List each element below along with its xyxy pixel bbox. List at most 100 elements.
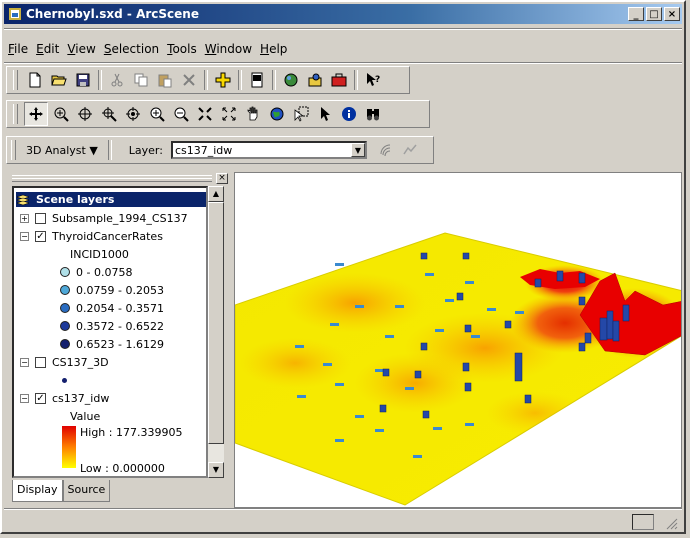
steepest-path-icon[interactable]	[399, 139, 421, 161]
find-icon[interactable]	[362, 103, 384, 125]
menu-view[interactable]: View	[63, 42, 99, 56]
navigate-icon[interactable]	[24, 102, 48, 126]
layer-visibility-checkbox[interactable]	[35, 212, 46, 224]
svg-text:?: ?	[375, 75, 380, 85]
resize-grip-icon[interactable]	[664, 516, 678, 530]
status-pane	[632, 514, 654, 530]
fly-icon[interactable]	[50, 103, 72, 125]
arcmap-icon[interactable]	[280, 69, 302, 91]
layer-visibility-checkbox[interactable]: ✓	[35, 230, 46, 242]
menu-bar: File Edit View Selection Tools Window He…	[4, 38, 291, 60]
layer-visibility-checkbox[interactable]	[35, 356, 46, 368]
zoom-in-fixed-icon[interactable]	[194, 103, 216, 125]
scroll-down-icon[interactable]: ▼	[208, 462, 224, 478]
zoom-to-target-icon[interactable]	[98, 103, 120, 125]
new-icon[interactable]	[24, 69, 46, 91]
title-bar[interactable]: Chernobyl.sxd - ArcScene _ □ ×	[4, 4, 682, 24]
arctoolbox-icon[interactable]	[328, 69, 350, 91]
cut-icon[interactable]	[106, 69, 128, 91]
toolbar-grip[interactable]	[13, 70, 18, 90]
paste-icon[interactable]	[154, 69, 176, 91]
collapse-icon[interactable]: −	[20, 231, 29, 241]
zoom-out-fixed-icon[interactable]	[218, 103, 240, 125]
minimize-button[interactable]: _	[628, 7, 644, 21]
select-icon[interactable]	[314, 103, 336, 125]
tab-display[interactable]: Display	[12, 480, 63, 502]
collapse-icon[interactable]: −	[20, 393, 29, 403]
full-extent-icon[interactable]	[266, 103, 288, 125]
scene-layers-header[interactable]: Scene layers	[16, 192, 206, 207]
add-data-icon[interactable]	[212, 69, 234, 91]
legend-label: 0.3572 - 0.6522	[76, 319, 164, 333]
layers-icon	[16, 194, 30, 205]
table-of-contents: × Scene layers + Subsample_1994_CS137 − …	[8, 172, 230, 508]
legend-symbol	[60, 285, 70, 295]
toolbar-grip[interactable]	[13, 104, 18, 124]
toolbar-separator	[272, 70, 276, 90]
3d-analyst-label: 3D Analyst	[26, 143, 86, 157]
delete-icon[interactable]	[178, 69, 200, 91]
center-target-icon[interactable]	[122, 103, 144, 125]
legend-symbol	[60, 303, 70, 313]
toolbar-separator	[238, 70, 242, 90]
layer-name: ThyroidCancerRates	[52, 229, 163, 243]
legend-symbol	[60, 267, 70, 277]
layer-row[interactable]: − ✓ ThyroidCancerRates	[20, 228, 163, 244]
point-marker	[62, 377, 67, 383]
legend-class: 0.3572 - 0.6522	[60, 318, 164, 334]
open-icon[interactable]	[48, 69, 70, 91]
layer-row[interactable]: + Subsample_1994_CS137	[20, 210, 188, 226]
field-name-label: INCID1000	[70, 247, 129, 261]
menu-edit[interactable]: Edit	[32, 42, 63, 56]
layer-select-value: cs137_idw	[174, 143, 233, 157]
toolbar-separator	[107, 140, 112, 160]
copy-icon[interactable]	[130, 69, 152, 91]
scene-layers-title: Scene layers	[36, 193, 115, 206]
scene-view[interactable]	[234, 172, 682, 508]
chevron-down-icon[interactable]: ▼	[350, 143, 365, 157]
layer-row[interactable]: − ✓ cs137_idw	[20, 390, 109, 406]
legend-label: 0.6523 - 1.6129	[76, 337, 164, 351]
scroll-thumb[interactable]	[208, 202, 224, 444]
toc-grip[interactable]: ×	[8, 172, 230, 184]
status-bar	[4, 512, 682, 532]
select-graphics-icon[interactable]	[290, 103, 312, 125]
collapse-icon[interactable]: −	[20, 357, 29, 367]
tab-source[interactable]: Source	[62, 480, 111, 502]
pan-icon[interactable]	[242, 103, 264, 125]
legend-label: 0 - 0.0758	[76, 265, 133, 279]
menu-file[interactable]: File	[4, 42, 32, 56]
menu-window[interactable]: Window	[201, 42, 256, 56]
contour-icon[interactable]	[375, 139, 397, 161]
3d-analyst-menu[interactable]: 3D Analyst ▼	[26, 144, 98, 157]
window-title: Chernobyl.sxd - ArcScene	[26, 7, 199, 21]
arccatalog-icon[interactable]	[304, 69, 326, 91]
ramp-high-label: High : 177.339905	[80, 425, 183, 439]
identify-icon[interactable]	[338, 103, 360, 125]
layer-name: CS137_3D	[52, 355, 109, 369]
menu-tools[interactable]: Tools	[163, 42, 201, 56]
toc-close-button[interactable]: ×	[216, 173, 228, 184]
menu-selection[interactable]: Selection	[100, 42, 163, 56]
legend-symbol	[60, 339, 70, 349]
whats-this-icon[interactable]: ?	[362, 69, 384, 91]
save-icon[interactable]	[72, 69, 94, 91]
menu-help[interactable]: Help	[256, 42, 291, 56]
layer-visibility-checkbox[interactable]: ✓	[35, 392, 46, 404]
layer-label: Layer:	[128, 143, 163, 157]
scene-properties-icon[interactable]	[246, 69, 268, 91]
scene-canvas[interactable]	[235, 173, 682, 508]
layer-select[interactable]: cs137_idw ▼	[170, 141, 367, 159]
zoom-out-icon[interactable]	[170, 103, 192, 125]
target-icon[interactable]	[74, 103, 96, 125]
toc-vertical-scrollbar[interactable]: ▲ ▼	[208, 186, 224, 478]
expand-icon[interactable]: +	[20, 213, 29, 223]
close-button[interactable]: ×	[664, 7, 680, 21]
scroll-up-icon[interactable]: ▲	[208, 186, 224, 202]
legend-class: 0.6523 - 1.6129	[60, 336, 164, 352]
layer-row[interactable]: − CS137_3D	[20, 354, 109, 370]
toolbar-grip[interactable]	[11, 140, 16, 160]
zoom-in-icon[interactable]	[146, 103, 168, 125]
toolbar-separator	[204, 70, 208, 90]
maximize-button[interactable]: □	[646, 7, 662, 21]
